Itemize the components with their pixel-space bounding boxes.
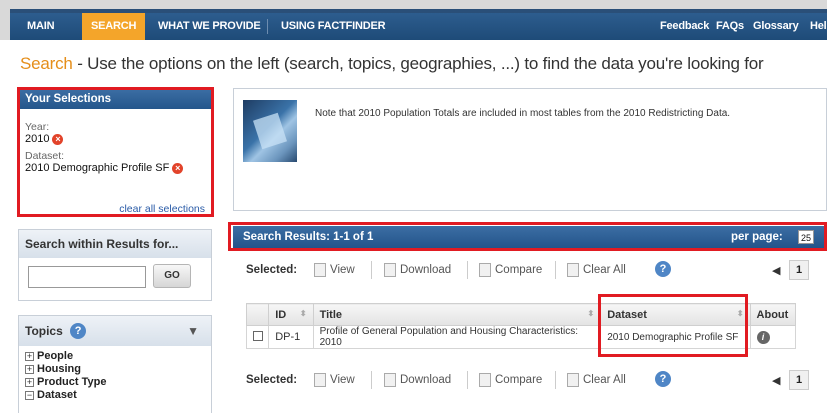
topic-label: Housing <box>37 363 81 375</box>
row-select-cell <box>245 325 270 349</box>
topic-label: Product Type <box>37 376 107 388</box>
topic-item-housing[interactable]: + Housing <box>25 363 211 376</box>
page-title: Search - Use the options on the left (se… <box>20 54 764 74</box>
toolbar-separator <box>467 371 468 389</box>
nav-feedback[interactable]: Feedback <box>660 13 709 40</box>
expand-icon[interactable]: + <box>25 351 34 361</box>
compare-label: Compare <box>495 264 543 276</box>
clear-all-label: Clear All <box>583 264 626 276</box>
topic-item-people[interactable]: + People <box>25 350 211 363</box>
column-header-title[interactable]: Title ⬍ <box>312 303 602 326</box>
topics-list: + People + Housing + Product Type − Dataset <box>19 346 211 402</box>
column-label: Title <box>319 308 342 321</box>
page-title-search-word: Search <box>20 54 73 73</box>
nav-main[interactable]: MAIN <box>27 13 55 40</box>
compare-icon <box>479 262 491 277</box>
topics-panel: Topics ? ▼ + People + Housing + Product Typ… <box>18 315 212 413</box>
info-icon[interactable]: i <box>756 330 770 344</box>
column-header-about: About <box>749 303 797 326</box>
expand-icon[interactable]: + <box>25 377 34 387</box>
go-button[interactable]: GO <box>153 264 191 288</box>
results-header-highlight-box <box>228 222 827 251</box>
nav-faqs[interactable]: FAQs <box>716 13 744 40</box>
clear-icon <box>567 262 579 277</box>
toolbar-separator <box>555 371 556 389</box>
download-label: Download <box>400 264 452 276</box>
compare-icon <box>479 372 491 387</box>
pager-current-page[interactable]: 1 <box>789 260 809 280</box>
topic-item-dataset[interactable]: − Dataset <box>25 389 211 402</box>
chart-paper-icon <box>253 112 287 150</box>
notice-panel: Note that 2010 Population Totals are inc… <box>233 88 827 211</box>
topic-label: Dataset <box>37 389 77 401</box>
view-label: View <box>330 374 355 386</box>
topics-header[interactable]: Topics ? ▼ <box>19 316 211 346</box>
toolbar-separator <box>555 261 556 279</box>
selections-highlight-box <box>17 87 214 217</box>
nav-using-factfinder[interactable]: USING FACTFINDER <box>281 13 386 40</box>
toolbar-help-icon-bottom[interactable]: ? <box>655 371 671 387</box>
pager-prev-icon-bottom[interactable]: ◀ <box>772 374 780 387</box>
compare-button-bottom[interactable]: Compare <box>479 372 542 388</box>
nav-glossary[interactable]: Glossary <box>753 13 799 40</box>
clear-all-label: Clear All <box>583 374 626 386</box>
column-header-id[interactable]: ID ⬍ <box>268 303 314 326</box>
topic-label: People <box>37 350 74 362</box>
column-label: About <box>756 308 789 321</box>
download-icon <box>384 372 396 387</box>
sort-icon[interactable]: ⬍ <box>300 309 307 318</box>
clear-icon <box>567 372 579 387</box>
toolbar-separator <box>371 261 372 279</box>
toolbar-separator <box>371 371 372 389</box>
pager-current-page-bottom[interactable]: 1 <box>789 370 809 390</box>
selected-label-bottom: Selected: <box>246 374 298 386</box>
notice-text: Note that 2010 Population Totals are inc… <box>315 108 731 119</box>
search-within-input[interactable] <box>28 266 146 288</box>
download-label: Download <box>400 374 452 386</box>
topics-help-icon[interactable]: ? <box>70 322 87 339</box>
clear-all-button-bottom[interactable]: Clear All <box>567 372 626 388</box>
nav-search[interactable]: SEARCH <box>82 13 146 40</box>
column-label: ID <box>275 308 287 321</box>
row-checkbox[interactable] <box>253 330 263 341</box>
toolbar-separator <box>467 261 468 279</box>
view-label: View <box>330 264 355 276</box>
select-column-header <box>245 303 270 326</box>
nav-separator <box>267 19 268 34</box>
download-button[interactable]: Download <box>384 262 451 278</box>
row-title-link[interactable]: Profile of General Population and Housin… <box>312 325 602 349</box>
notice-thumbnail-image <box>243 100 297 162</box>
compare-label: Compare <box>495 374 543 386</box>
view-icon <box>314 372 326 387</box>
download-button-bottom[interactable]: Download <box>384 372 451 388</box>
row-id: DP-1 <box>268 325 314 349</box>
expand-icon[interactable]: + <box>25 364 34 374</box>
collapse-icon[interactable]: − <box>25 390 34 400</box>
topic-item-product-type[interactable]: + Product Type <box>25 376 211 389</box>
view-button-bottom[interactable]: View <box>314 372 355 388</box>
dataset-column-highlight-box <box>598 294 748 357</box>
topics-heading: Topics <box>25 324 63 338</box>
compare-button[interactable]: Compare <box>479 262 542 278</box>
nav-help[interactable]: Hel <box>810 13 827 40</box>
nav-what-we-provide[interactable]: WHAT WE PROVIDE <box>158 13 261 40</box>
search-within-heading: Search within Results for... <box>19 230 211 258</box>
page-title-instructions: - Use the options on the left (search, t… <box>72 54 764 73</box>
download-icon <box>384 262 396 277</box>
sort-icon[interactable]: ⬍ <box>587 309 594 318</box>
toolbar-help-icon[interactable]: ? <box>655 261 671 277</box>
row-about-cell: i <box>749 325 797 349</box>
pager-prev-icon[interactable]: ◀ <box>772 264 780 277</box>
selected-label: Selected: <box>246 264 298 276</box>
chevron-down-icon[interactable]: ▼ <box>187 316 199 346</box>
view-button[interactable]: View <box>314 262 355 278</box>
view-icon <box>314 262 326 277</box>
clear-all-button[interactable]: Clear All <box>567 262 626 278</box>
